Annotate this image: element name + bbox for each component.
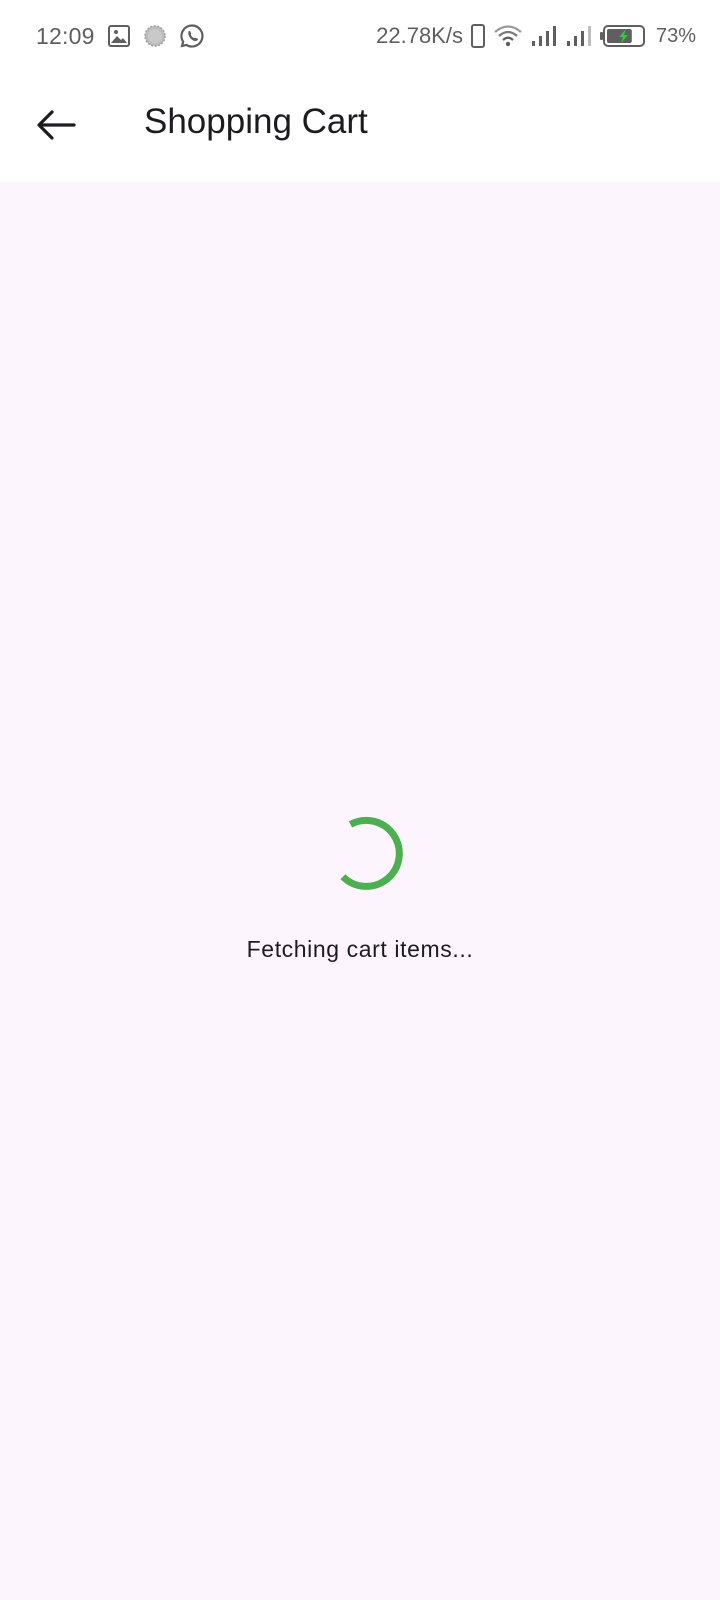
shopping-cart-screen: 12:09 22.78K/s 73% Shopping Cart Fetchin… [0,0,720,1600]
network-speed: 22.78K/s [376,23,463,48]
battery-percent: 73% [655,24,696,47]
phone-outline-icon [470,23,486,49]
arrow-left-icon [36,109,76,141]
loading-text: Fetching cart items... [246,936,474,962]
status-bar-left: 12:09 [36,20,205,52]
status-time: 12:09 [36,22,95,49]
status-bar-right: 22.78K/s 73% [376,20,696,52]
whatsapp-icon [179,23,205,49]
back-button[interactable] [24,93,88,157]
page-title: Shopping Cart [144,102,368,141]
circle-badge-icon [143,24,167,48]
loading-spinner [326,812,408,894]
spinner-arc [340,816,403,890]
battery-charging-icon [599,24,646,48]
signal-icon [530,24,558,48]
battery-level-fill [606,29,632,43]
status-bar: 12:09 22.78K/s 73% [0,0,720,72]
image-icon [107,24,131,48]
signal-icon [565,24,593,48]
app-bar: Shopping Cart [0,72,720,182]
wifi-icon [493,24,523,48]
cart-content: Fetching cart items... [0,182,720,1600]
